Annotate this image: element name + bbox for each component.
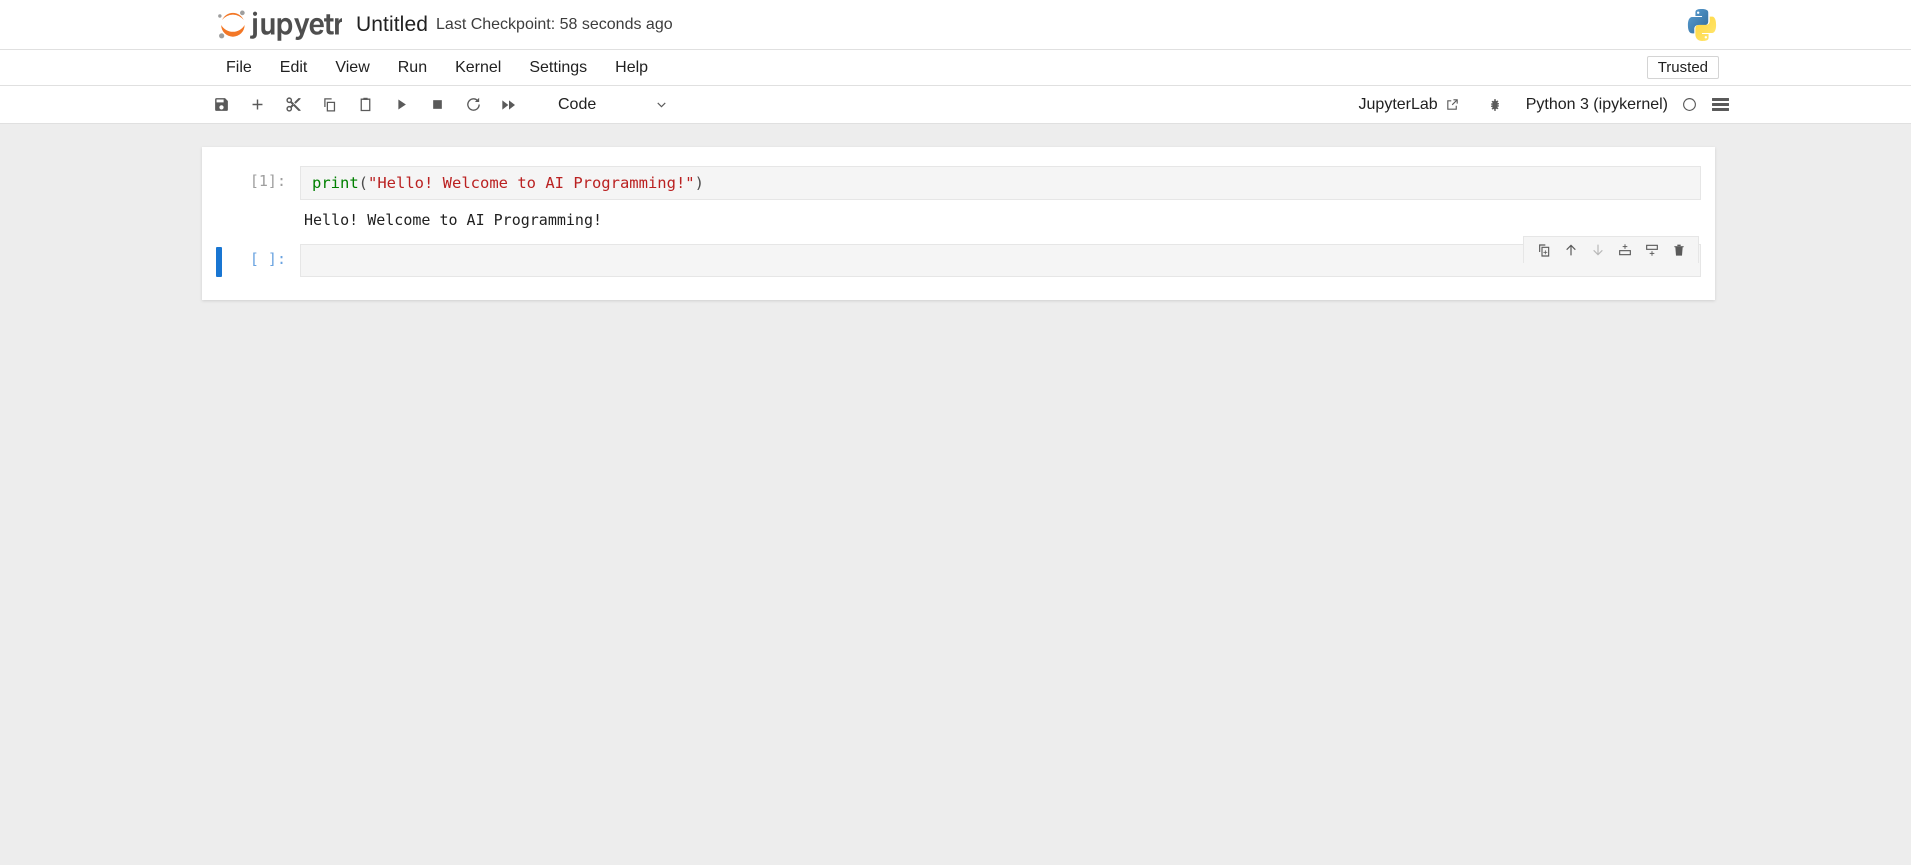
toolbar-right-group: JupyterLab Python 3 (ipykernel) xyxy=(1359,92,1729,118)
cell-prompt: [ ]: xyxy=(249,250,286,268)
open-in-jupyterlab-link[interactable]: JupyterLab xyxy=(1359,96,1460,114)
save-button[interactable] xyxy=(206,91,236,119)
menu-item-help[interactable]: Help xyxy=(601,55,662,81)
notebook-title[interactable]: Untitled xyxy=(356,13,428,37)
code-input-area[interactable] xyxy=(300,244,1701,277)
cell-type-value: Code xyxy=(558,95,597,113)
code-input-area[interactable]: print("Hello! Welcome to AI Programming!… xyxy=(300,166,1701,200)
cell-selection-bar xyxy=(216,247,222,277)
paste-button[interactable] xyxy=(350,91,380,119)
brand-area[interactable]: Untitled Last Checkpoint: 58 seconds ago xyxy=(212,7,673,43)
run-cell-button[interactable] xyxy=(386,91,416,119)
notebook-cell[interactable]: [1]: print("Hello! Welcome to AI Program… xyxy=(202,161,1715,239)
menu-items: File Edit View Run Kernel Settings Help xyxy=(212,55,662,81)
play-icon xyxy=(397,99,406,110)
menu-item-kernel[interactable]: Kernel xyxy=(441,55,515,81)
cell-action-toolbar xyxy=(1523,236,1699,263)
jupyter-logo xyxy=(218,10,342,41)
code-token-open-paren: ( xyxy=(358,174,369,192)
menu-item-file[interactable]: File xyxy=(212,55,266,81)
duplicate-cell-button[interactable] xyxy=(1530,240,1557,261)
interrupt-kernel-button[interactable] xyxy=(422,91,452,119)
bug-icon xyxy=(1490,98,1499,111)
cell-content: print("Hello! Welcome to AI Programming!… xyxy=(300,166,1701,234)
trusted-badge[interactable]: Trusted xyxy=(1646,56,1719,79)
arrow-down-icon xyxy=(1592,244,1603,256)
notebook-toolbar: Code JupyterLab Python 3 (ipykernel) xyxy=(0,86,1911,124)
code-token-close-paren: ) xyxy=(694,174,704,192)
cell-content xyxy=(300,236,1701,277)
insert-cell-above-button[interactable] xyxy=(1611,240,1638,261)
restart-and-run-all-button[interactable] xyxy=(494,91,524,119)
python-logo-icon xyxy=(1687,9,1717,41)
code-token-string: "Hello! Welcome to AI Programming!" xyxy=(368,174,695,192)
menu-item-view[interactable]: View xyxy=(321,55,383,81)
circle-idle-icon xyxy=(1683,98,1696,111)
stop-square-icon xyxy=(432,100,442,109)
menu-item-run[interactable]: Run xyxy=(384,55,441,81)
move-cell-up-button[interactable] xyxy=(1557,240,1584,261)
menu-item-settings[interactable]: Settings xyxy=(515,55,601,81)
kernel-name-label[interactable]: Python 3 (ipykernel) xyxy=(1526,96,1668,114)
chevron-down-icon xyxy=(654,97,669,112)
restart-kernel-button[interactable] xyxy=(458,91,488,119)
kernel-status-indicator[interactable] xyxy=(1681,96,1698,113)
jupyterlab-label: JupyterLab xyxy=(1358,95,1438,113)
cell-type-dropdown[interactable]: Code xyxy=(552,93,675,117)
arrow-up-icon xyxy=(1565,244,1576,256)
paste-icon xyxy=(360,97,370,112)
code-token-function: print xyxy=(312,174,359,192)
delete-cell-button[interactable] xyxy=(1665,240,1692,261)
copy-button[interactable] xyxy=(314,91,344,119)
move-cell-down-button[interactable] xyxy=(1584,240,1611,261)
scissors-icon xyxy=(285,97,301,112)
notebook-scroll-area: [1]: print("Hello! Welcome to AI Program… xyxy=(0,124,1911,864)
duplicate-icon xyxy=(1538,244,1549,257)
toolbar-left-group: Code xyxy=(206,91,675,119)
app-header: Untitled Last Checkpoint: 58 seconds ago xyxy=(0,0,1911,50)
hamburger-icon[interactable] xyxy=(1712,98,1729,111)
menu-item-edit[interactable]: Edit xyxy=(266,55,322,81)
insert-below-icon xyxy=(1645,244,1658,256)
save-icon xyxy=(214,98,228,111)
insert-cell-button[interactable] xyxy=(242,91,272,119)
plus-icon xyxy=(252,99,262,110)
notebook-panel: [1]: print("Hello! Welcome to AI Program… xyxy=(202,147,1715,300)
cell-selection-bar xyxy=(216,169,222,199)
insert-above-icon xyxy=(1618,244,1631,256)
fast-forward-icon xyxy=(502,99,515,110)
debugger-button[interactable] xyxy=(1482,92,1508,118)
cut-button[interactable] xyxy=(278,91,308,119)
external-link-icon xyxy=(1445,97,1460,112)
insert-cell-below-button[interactable] xyxy=(1638,240,1665,261)
copy-icon xyxy=(323,98,335,112)
cell-prompt: [1]: xyxy=(249,172,286,190)
restart-icon xyxy=(466,97,480,111)
notebook-cell[interactable]: [ ]: xyxy=(202,236,1715,282)
trash-icon xyxy=(1673,244,1684,256)
cell-output-text: Hello! Welcome to AI Programming! xyxy=(304,211,603,229)
menu-bar: File Edit View Run Kernel Settings Help … xyxy=(0,50,1911,86)
last-checkpoint-label: Last Checkpoint: 58 seconds ago xyxy=(436,15,673,33)
